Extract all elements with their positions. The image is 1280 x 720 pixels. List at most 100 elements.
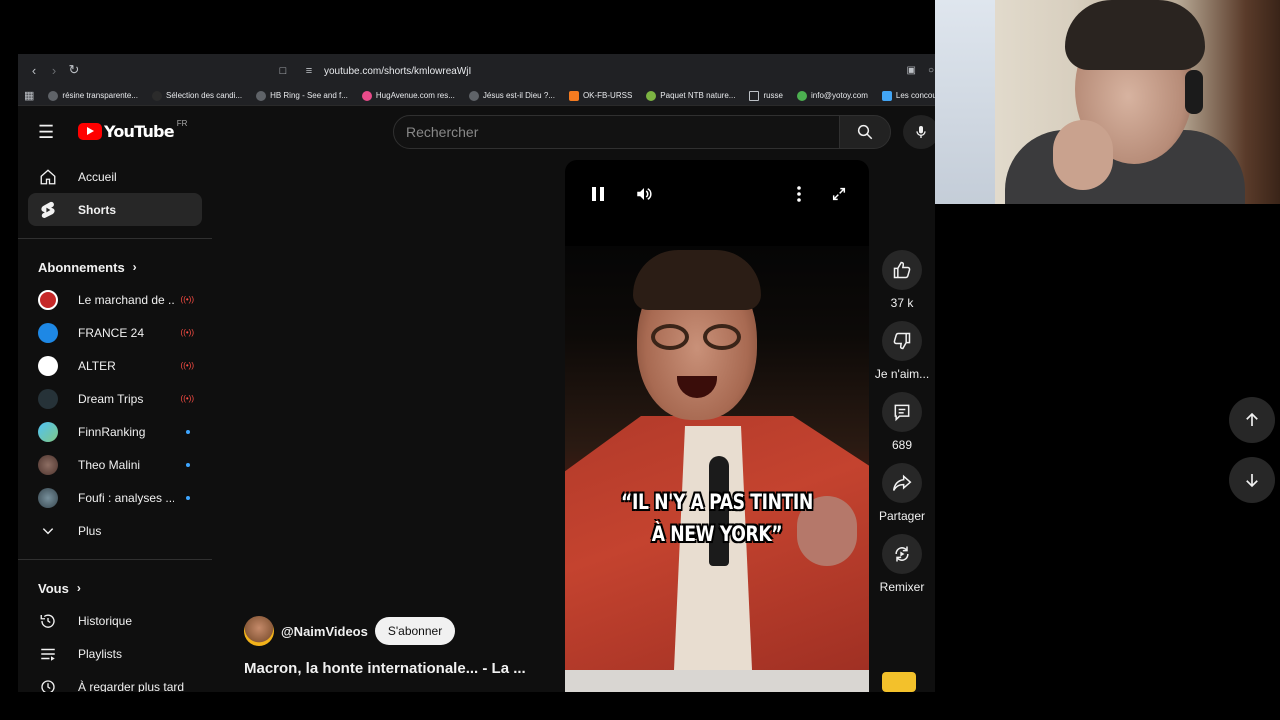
sidebar: Accueil Shorts Abonnements › Le marchand… <box>18 160 212 692</box>
pause-button[interactable] <box>586 182 610 206</box>
bookmark-item[interactable]: HugAvenue.com res... <box>361 90 455 101</box>
bookmark-item[interactable]: info@yotoy.com <box>797 90 868 101</box>
bookmarks-bar: ▦ résine transparente... Sélection des c… <box>18 86 935 106</box>
back-icon[interactable]: ‹ <box>24 60 44 80</box>
more-options-button[interactable] <box>787 182 811 206</box>
webcam-person-hand <box>1053 120 1113 190</box>
webcam-overlay <box>935 0 1280 204</box>
live-icon: ((•)) <box>180 328 194 337</box>
sidebar-subscription[interactable]: Le marchand de ... ((•)) <box>28 283 202 316</box>
sidebar-item-playlists[interactable]: Playlists <box>28 637 202 670</box>
youtube-logo[interactable]: YouTube FR <box>78 119 187 141</box>
subscribe-button[interactable]: S'abonner <box>374 617 456 645</box>
bookmark-label: HB Ring - See and f... <box>270 91 348 100</box>
subscriptions-heading[interactable]: Abonnements › <box>18 251 212 283</box>
bookmark-star-icon[interactable]: □ <box>276 65 290 77</box>
sidebar-item-history[interactable]: Historique <box>28 604 202 637</box>
dislike-action: Je n'aim... <box>870 321 934 382</box>
address-bar[interactable]: □ ≡ youtube.com/shorts/kmlowreaWjI ▣ ○ <box>276 60 935 82</box>
channel-avatar[interactable] <box>244 616 274 646</box>
short-title[interactable]: Macron, la honte internationale... - La … <box>244 660 526 677</box>
sidebar-item-more[interactable]: Plus <box>28 514 202 547</box>
bookmark-label: Sélection des candi... <box>166 91 243 100</box>
logo-text: YouTube <box>104 122 175 141</box>
sidebar-subscription[interactable]: ALTER ((•)) <box>28 349 202 382</box>
bookmark-item[interactable]: Les concours <box>881 90 935 101</box>
forward-icon[interactable]: › <box>44 60 64 80</box>
bookmark-favicon-icon <box>646 90 657 101</box>
voice-search-button[interactable] <box>903 115 935 149</box>
fullscreen-icon <box>832 187 846 201</box>
sidebar-subscription[interactable]: Foufi : analyses ... <box>28 481 202 514</box>
previous-short-button[interactable] <box>1229 397 1275 443</box>
avatar <box>38 454 58 475</box>
extensions-icon[interactable]: ○ <box>928 65 934 76</box>
reload-icon[interactable]: ↻ <box>64 60 84 80</box>
fullscreen-button[interactable] <box>827 182 851 206</box>
bookmark-item[interactable]: Sélection des candi... <box>152 90 243 101</box>
shorts-icon <box>38 200 58 220</box>
sidebar-subscription[interactable]: Theo Malini <box>28 448 202 481</box>
bookmark-item[interactable]: Paquet NTB nature... <box>646 90 735 101</box>
volume-button[interactable] <box>632 182 656 206</box>
site-info-icon[interactable]: ≡ <box>302 65 316 77</box>
video-frame[interactable]: “IL N'Y A PAS TINTIN À NEW YORK” <box>565 246 869 692</box>
share-icon <box>892 474 912 491</box>
browser-toolbar: ‹ › ↻ □ ≡ youtube.com/shorts/kmlowreaWjI… <box>18 54 935 86</box>
remix-button[interactable] <box>882 534 922 574</box>
search-box[interactable] <box>393 115 840 149</box>
thumbs-down-icon <box>893 332 911 350</box>
sidebar-subscription[interactable]: FRANCE 24 ((•)) <box>28 316 202 349</box>
search-input[interactable] <box>406 124 839 140</box>
subscription-name: Le marchand de ... <box>78 292 174 307</box>
you-heading[interactable]: Vous › <box>18 572 212 604</box>
bookmark-item[interactable]: russe <box>749 90 783 101</box>
more-vert-icon <box>797 186 801 202</box>
like-button[interactable] <box>882 250 922 290</box>
live-icon: ((•)) <box>180 295 194 304</box>
url-text[interactable]: youtube.com/shorts/kmlowreaWjI <box>324 66 471 77</box>
subscription-name: FinnRanking <box>78 424 146 439</box>
youtube-page: ☰ YouTube FR Rechercher Accueil Shorts A… <box>18 106 935 692</box>
chevron-right-icon: › <box>76 581 81 595</box>
like-action: 37 k <box>870 250 934 311</box>
bookmark-item[interactable]: OK-FB-URSS <box>568 90 632 101</box>
you-heading-text: Vous <box>38 580 69 596</box>
next-short-button[interactable] <box>1229 457 1275 503</box>
share-label: Partager <box>878 509 926 523</box>
bookmark-label: Les concours <box>895 91 935 100</box>
cast-icon[interactable]: ▣ <box>907 65 916 76</box>
avatar <box>38 487 58 508</box>
remix-icon <box>895 546 909 562</box>
menu-icon[interactable]: ☰ <box>38 122 58 142</box>
search-button[interactable] <box>839 115 891 149</box>
bookmark-item[interactable]: résine transparente... <box>48 90 139 101</box>
comments-button[interactable] <box>882 392 922 432</box>
dislike-button[interactable] <box>882 321 922 361</box>
apps-grid-icon[interactable]: ▦ <box>24 89 34 102</box>
sidebar-item-home[interactable]: Accueil <box>28 160 202 193</box>
bookmark-item[interactable]: Jésus est-il Dieu ?... <box>468 90 555 101</box>
sidebar-item-label: Plus <box>78 523 102 538</box>
bookmark-favicon-icon <box>361 90 372 101</box>
subscription-name: Dream Trips <box>78 391 144 406</box>
avatar <box>38 289 58 310</box>
bookmark-label: résine transparente... <box>62 91 139 100</box>
sidebar-item-label: Accueil <box>78 169 117 184</box>
sidebar-item-shorts[interactable]: Shorts <box>28 193 202 226</box>
comment-icon <box>894 404 910 422</box>
sidebar-subscription[interactable]: FinnRanking <box>28 415 202 448</box>
caption-line: “IL N'Y A PAS TINTIN <box>621 490 813 514</box>
microphone-icon <box>916 126 926 138</box>
channel-name[interactable]: @NaimVideos <box>281 624 368 639</box>
sound-thumbnail[interactable] <box>882 672 916 692</box>
live-icon: ((•)) <box>180 394 194 403</box>
shorts-player[interactable]: “IL N'Y A PAS TINTIN À NEW YORK” <box>565 160 869 692</box>
share-button[interactable] <box>882 463 922 503</box>
video-person-hair <box>633 250 761 310</box>
avatar <box>38 421 58 442</box>
sidebar-subscription[interactable]: Dream Trips ((•)) <box>28 382 202 415</box>
new-content-dot <box>186 429 190 434</box>
sidebar-item-watch-later[interactable]: À regarder plus tard <box>28 670 202 692</box>
bookmark-item[interactable]: HB Ring - See and f... <box>256 90 348 101</box>
